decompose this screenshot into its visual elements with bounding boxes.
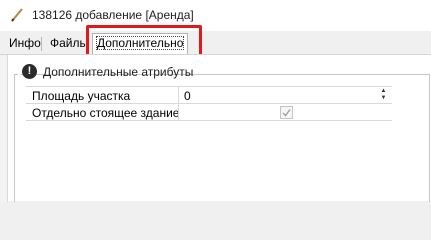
spin-down-icon[interactable]: ▼ xyxy=(377,95,390,102)
pencil-icon xyxy=(11,8,23,22)
tab-content-panel: ! Дополнительные атрибуты Площадь участк… xyxy=(0,54,431,202)
spin-up-icon[interactable]: ▲ xyxy=(377,88,390,95)
panel-left-strip xyxy=(0,55,8,202)
attribute-label: Площадь участка xyxy=(32,89,131,103)
attribute-label: Отдельно стоящее здание xyxy=(32,106,178,120)
attribute-row-area: Площадь участка 0 ▲ ▼ xyxy=(26,87,392,104)
tab-divider xyxy=(41,37,42,51)
area-input[interactable]: 0 xyxy=(184,89,191,103)
tab-info[interactable]: Инфо xyxy=(5,34,45,54)
standalone-building-checkbox[interactable] xyxy=(280,106,293,119)
checkmark-icon xyxy=(282,109,291,117)
group-title: Дополнительные атрибуты xyxy=(43,65,194,79)
cell-divider xyxy=(178,87,179,104)
title-bar: 138126 добавление [Аренда] xyxy=(0,0,431,31)
attributes-grid: Площадь участка 0 ▲ ▼ Отдельно стоящее з… xyxy=(26,86,392,121)
cell-divider xyxy=(178,104,179,121)
tab-strip: Инфо Файлы Дополнительно xyxy=(0,31,431,55)
window-title: 138126 добавление [Аренда] xyxy=(32,8,194,22)
attribute-row-standalone: Отдельно стоящее здание xyxy=(26,104,392,121)
area-spin-buttons[interactable]: ▲ ▼ xyxy=(377,88,390,102)
exclamation-icon: ! xyxy=(22,64,37,79)
group-header: ! Дополнительные атрибуты xyxy=(18,63,193,81)
